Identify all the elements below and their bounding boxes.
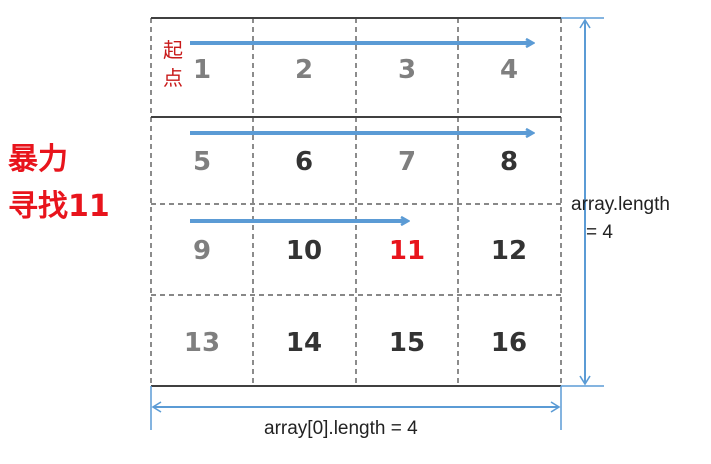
rows-dimension-label-line-1: array.length	[571, 194, 670, 215]
cell-r4-c2: 14	[285, 328, 323, 358]
cell-r3-c1: 9	[192, 236, 212, 266]
cell-r3-c4: 12	[490, 236, 528, 266]
cell-r2-c3: 7	[397, 147, 417, 177]
cell-r2-c2: 6	[294, 147, 314, 177]
cell-r2-c1: 5	[192, 147, 212, 177]
cell-r1-c2: 2	[294, 55, 314, 85]
cols-dimension-label: array[0].length = 4	[264, 418, 418, 439]
rows-dimension-label-line-2: = 4	[586, 222, 613, 243]
cell-r3-c3-target: 11	[388, 236, 426, 266]
cell-r1-c4: 4	[499, 55, 519, 85]
cell-r4-c1: 13	[183, 328, 221, 358]
cell-r1-c3: 3	[397, 55, 417, 85]
cell-r3-c2: 10	[285, 236, 323, 266]
cell-r4-c3: 15	[388, 328, 426, 358]
cell-r4-c4: 16	[490, 328, 528, 358]
cell-r1-c1: 1	[192, 55, 212, 85]
cell-r2-c4: 8	[499, 147, 519, 177]
